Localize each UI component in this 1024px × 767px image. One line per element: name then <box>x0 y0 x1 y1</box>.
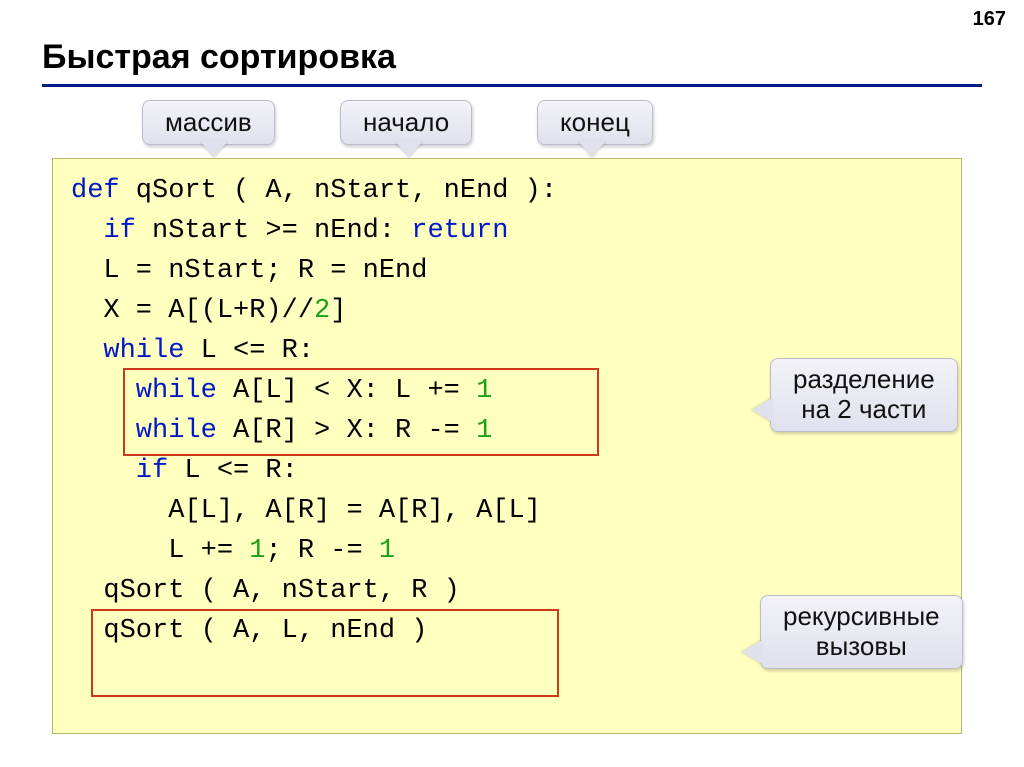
num-1d: 1 <box>379 536 395 566</box>
callout-array-tail <box>200 141 228 157</box>
highlight-split-box <box>123 368 599 456</box>
callout-split-tail <box>752 398 772 422</box>
kw-return: return <box>411 216 508 246</box>
code-l4c: ] <box>330 296 346 326</box>
callout-end-tail <box>578 141 606 157</box>
kw-if: if <box>71 216 136 246</box>
callout-recursive-tail <box>742 640 762 664</box>
num-2: 2 <box>314 296 330 326</box>
code-l9: A[L], A[R] = A[R], A[L] <box>71 496 541 526</box>
code-l1: qSort ( A, nStart, nEnd ): <box>120 176 557 206</box>
callout-start: начало <box>340 100 472 145</box>
code-l10a: L += <box>71 536 249 566</box>
kw-if-2: if <box>71 456 168 486</box>
callout-end: конец <box>537 100 653 145</box>
callout-recursive: рекурсивные вызовы <box>760 595 963 669</box>
num-1c: 1 <box>249 536 265 566</box>
code-l5: L <= R: <box>184 336 314 366</box>
code-l3: L = nStart; R = nEnd <box>71 256 427 286</box>
page-number: 167 <box>973 8 1006 31</box>
title-rule <box>42 84 982 87</box>
code-l2: nStart >= nEnd: <box>136 216 411 246</box>
code-l10c: ; R -= <box>265 536 378 566</box>
code-l8: L <= R: <box>168 456 298 486</box>
code-l11: qSort ( A, nStart, R ) <box>71 576 460 606</box>
page-title: Быстрая сортировка <box>42 38 396 77</box>
code-l4a: X = A[(L+R)// <box>71 296 314 326</box>
kw-def: def <box>71 176 120 206</box>
callout-start-tail <box>395 141 423 157</box>
callout-split: разделение на 2 части <box>770 358 958 432</box>
callout-array: массив <box>142 100 275 145</box>
kw-while: while <box>71 336 184 366</box>
highlight-recursive-box <box>91 609 559 697</box>
